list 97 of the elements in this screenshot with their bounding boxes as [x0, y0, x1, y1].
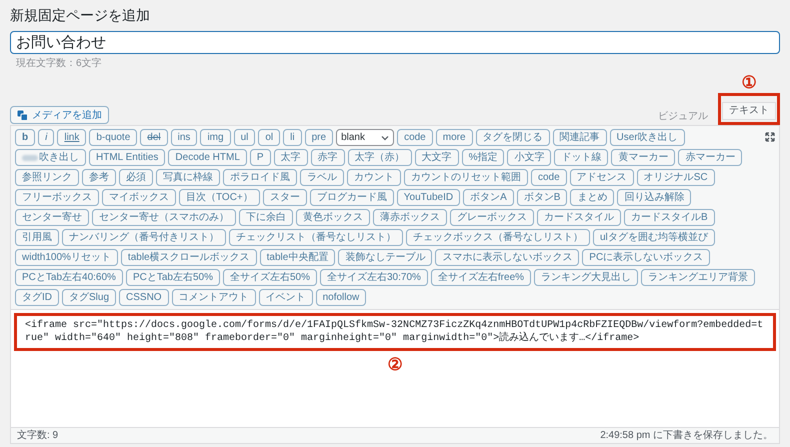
toolbar-button[interactable]: 黄マーカー	[611, 149, 676, 166]
toolbar-button[interactable]: 引用風	[15, 229, 59, 246]
annotation-number: ②	[388, 355, 402, 375]
toolbar-button[interactable]: ol	[258, 129, 280, 146]
toolbar-button[interactable]: 赤マーカー	[678, 149, 742, 166]
toolbar-button[interactable]: del	[140, 129, 168, 146]
toolbar-button[interactable]: 参考	[82, 169, 116, 186]
toolbar-button[interactable]: ulタグを囲む均等横並び	[593, 229, 715, 246]
toolbar-button[interactable]: ドット線	[554, 149, 608, 166]
toolbar-button[interactable]: カウント	[347, 169, 401, 186]
toolbar-button[interactable]: フリーボックス	[15, 189, 99, 206]
toolbar-button[interactable]: タグID	[15, 289, 59, 306]
toolbar-button[interactable]: more	[436, 129, 473, 146]
title-field[interactable]: お問い合わせ	[10, 31, 780, 54]
toolbar-button[interactable]: img	[200, 129, 231, 146]
add-media-button[interactable]: メディアを追加	[10, 106, 109, 124]
toolbar-button[interactable]: チェックリスト（番号なしリスト）	[229, 229, 403, 246]
toolbar-button[interactable]: ポラロイド風	[223, 169, 297, 186]
toolbar-button[interactable]: イベント	[258, 289, 313, 306]
toolbar-button[interactable]: スター	[262, 189, 307, 206]
toolbar-button[interactable]: width100%リセット	[15, 249, 118, 266]
toolbar-button[interactable]: 回り込み解除	[617, 189, 692, 206]
toolbar-button[interactable]: 赤字	[310, 149, 345, 166]
character-count: 現在文字数：6文字	[16, 57, 103, 70]
toolbar-button[interactable]: 太字	[274, 149, 308, 166]
toolbar-button[interactable]: カードスタイル	[537, 209, 621, 226]
toolbar-button[interactable]: %指定	[462, 149, 504, 166]
save-status: 2:49:58 pm に下書きを保存しました。	[600, 428, 773, 443]
toolbar-button[interactable]: 黄色ボックス	[296, 209, 370, 226]
toolbar-button[interactable]: 大文字	[414, 149, 459, 166]
toolbar-button[interactable]: ボタンB	[516, 189, 568, 206]
toolbar-button[interactable]: アドセンス	[570, 169, 634, 186]
toolbar-button[interactable]: nofollow	[316, 289, 366, 306]
toolbar-button[interactable]: 目次（TOC+）	[179, 189, 260, 206]
toolbar-button[interactable]: Decode HTML	[168, 149, 247, 166]
toolbar-button[interactable]: ins	[170, 129, 198, 146]
toolbar-button[interactable]: code	[397, 129, 433, 146]
toolbar-button[interactable]: b	[15, 129, 36, 146]
toolbar-button[interactable]: li	[283, 129, 302, 146]
fullscreen-icon[interactable]	[765, 132, 775, 142]
toolbar-button[interactable]: グレーボックス	[450, 209, 534, 226]
toolbar-button[interactable]: タグを閉じる	[476, 129, 550, 146]
toolbar-button[interactable]: ブログカード風	[310, 189, 394, 206]
toolbar-button[interactable]: ボタンA	[463, 189, 514, 206]
toolbar-button[interactable]: ランキングエリア背景	[641, 269, 756, 286]
toolbar-button[interactable]: スマホに表示しないボックス	[435, 249, 580, 266]
toolbar-button[interactable]: HTML Entities	[89, 149, 166, 166]
toolbar-button[interactable]: カウントのリセット範囲	[404, 169, 528, 186]
toolbar-button[interactable]: ナンバリング（番号付きリスト）	[62, 229, 226, 246]
toolbar-button[interactable]: センター寄せ（スマホのみ）	[92, 209, 236, 226]
toolbar-button[interactable]: 全サイズ左右50%	[222, 269, 317, 286]
toolbar-button[interactable]: CSSNO	[119, 289, 169, 306]
annotation-number: ①	[742, 73, 756, 93]
toolbar-button[interactable]: オリジナルSC	[636, 169, 715, 186]
toolbar-button[interactable]: 全サイズ左右30:70%	[320, 269, 428, 286]
toolbar-button[interactable]: タグSlug	[62, 289, 116, 306]
code-text: <iframe src="https://docs.google.com/forms/d/e/1FAIpQLSfkmSw-32NCMZ73FiczZKq4znmHBOTdtUPW1p4cRbFZIEQDBw/viewform?embedded=true" width="640" height="808" frameborder="0" marginheight="0" marginwidth="0">読み込んでいます…</iframe>	[25, 319, 764, 345]
toolbar-button[interactable]: PCに表示しないボックス	[582, 249, 710, 266]
toolbar-button[interactable]: 下に余白	[239, 209, 293, 226]
toolbar-button[interactable]: ランキング大見出し	[534, 269, 638, 286]
toolbar-button[interactable]: PCとTab左右50%	[126, 269, 220, 286]
toolbar-button[interactable]: マイボックス	[102, 189, 176, 206]
toolbar-button[interactable]: b-quote	[89, 129, 138, 146]
toolbar-button[interactable]: User吹き出し	[610, 129, 685, 146]
toolbar-button[interactable]: カードスタイルB	[624, 209, 715, 226]
toolbar-button[interactable]: 吹き出し	[15, 149, 86, 166]
toolbar-button[interactable]: ul	[234, 129, 256, 146]
toolbar-button[interactable]: コメントアウト	[172, 289, 256, 306]
toolbar-button[interactable]: 小文字	[507, 149, 552, 166]
toolbar-button[interactable]: 参照リンク	[15, 169, 79, 186]
page-title: 新規固定ページを追加	[10, 6, 151, 25]
editor-tab[interactable]: テキスト	[722, 102, 776, 120]
toolbar-button[interactable]: 太字（赤）	[348, 149, 412, 166]
toolbar-button[interactable]: code	[531, 169, 567, 186]
toolbar-button[interactable]: まとめ	[570, 189, 614, 206]
word-count: 文字数: 9	[17, 428, 58, 443]
toolbar-button[interactable]: 必須	[119, 169, 153, 186]
toolbar-button[interactable]: チェックボックス（番号なしリスト）	[406, 229, 590, 246]
editor-tab[interactable]: ビジュアル	[652, 107, 714, 125]
toolbar-button[interactable]: table中央配置	[260, 249, 336, 266]
media-icon	[17, 110, 28, 120]
toolbar-button[interactable]: link	[57, 129, 86, 146]
toolbar-button[interactable]: 写真に枠線	[156, 169, 220, 186]
toolbar-button[interactable]: YouTubeID	[396, 189, 460, 206]
toolbar-button[interactable]: 関連記事	[552, 129, 607, 146]
toolbar-button[interactable]: 装飾なしテーブル	[338, 249, 432, 266]
toolbar-button[interactable]: pre	[304, 129, 334, 146]
toolbar-button[interactable]: センター寄せ	[15, 209, 89, 226]
toolbar-button[interactable]: PCとTab左右40:60%	[15, 269, 123, 286]
toolbar-button[interactable]: i	[38, 129, 54, 146]
toolbar-button[interactable]: table横スクロールボックス	[120, 249, 257, 266]
toolbar-button[interactable]: P	[250, 149, 271, 166]
format-select[interactable]: blank	[336, 129, 394, 146]
chevron-down-icon	[381, 134, 390, 142]
toolbar-button[interactable]: 薄赤ボックス	[373, 209, 447, 226]
toolbar-button[interactable]: 全サイズ左右free%	[430, 269, 532, 286]
toolbar-button[interactable]: ラベル	[300, 169, 344, 186]
